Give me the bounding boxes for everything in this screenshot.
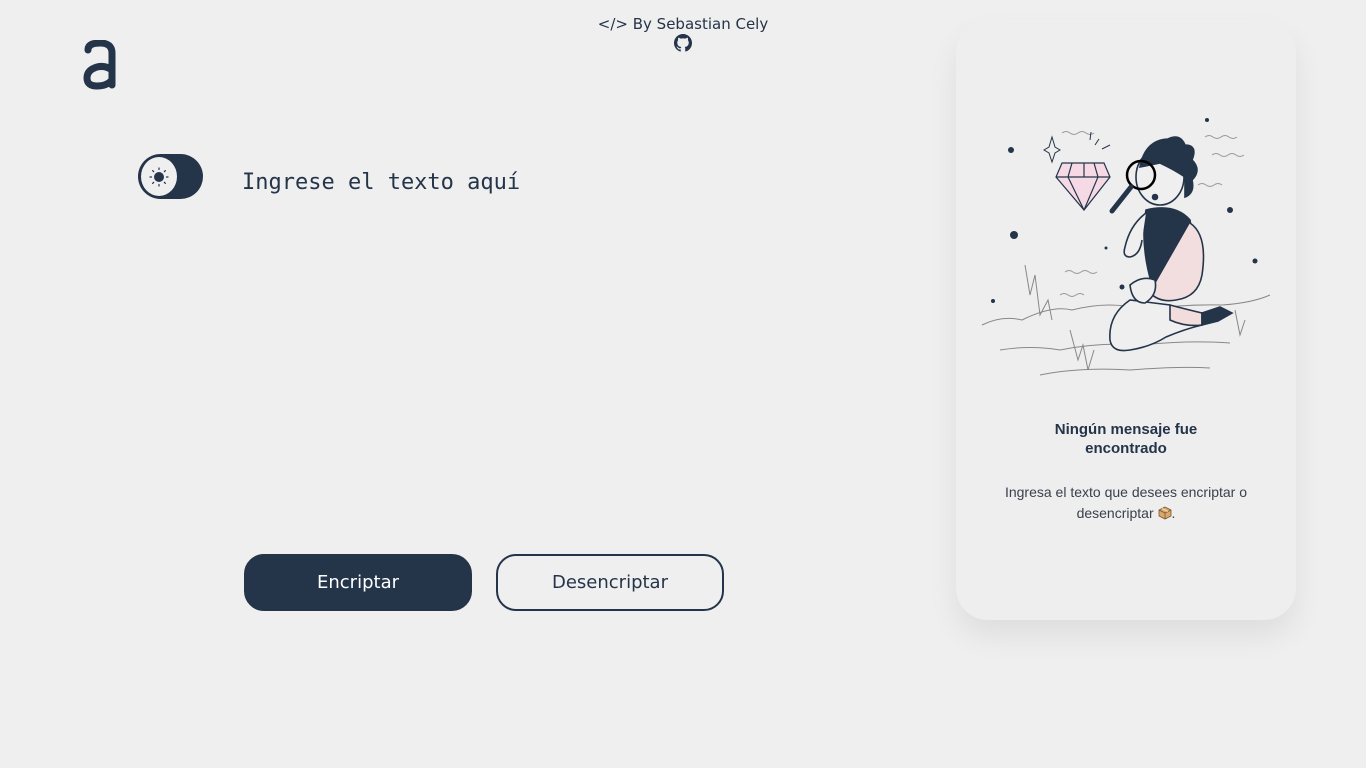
package-icon <box>1158 506 1171 520</box>
theme-toggle-knob <box>141 157 177 196</box>
result-title: Ningún mensaje fue encontrado <box>1054 421 1198 457</box>
alura-logo-icon <box>83 40 116 90</box>
github-icon[interactable] <box>674 34 692 52</box>
result-description: Ingresa el texto que desees encriptar o … <box>996 482 1256 524</box>
result-description-end: . <box>1171 505 1176 521</box>
result-description-text: Ingresa el texto que desees encriptar o … <box>1004 484 1248 521</box>
author-credit: </> By Sebastian Cely <box>597 15 769 33</box>
theme-toggle[interactable] <box>138 154 203 199</box>
message-input[interactable] <box>242 170 842 520</box>
result-panel: Ningún mensaje fue encontrado Ingresa el… <box>956 20 1296 620</box>
sun-icon <box>149 166 169 187</box>
app-page: </> By Sebastian Cely Encri <box>0 0 1366 768</box>
no-message-illustration <box>981 118 1271 376</box>
decrypt-button[interactable]: Desencriptar <box>496 554 724 611</box>
encrypt-button[interactable]: Encriptar <box>244 554 472 611</box>
